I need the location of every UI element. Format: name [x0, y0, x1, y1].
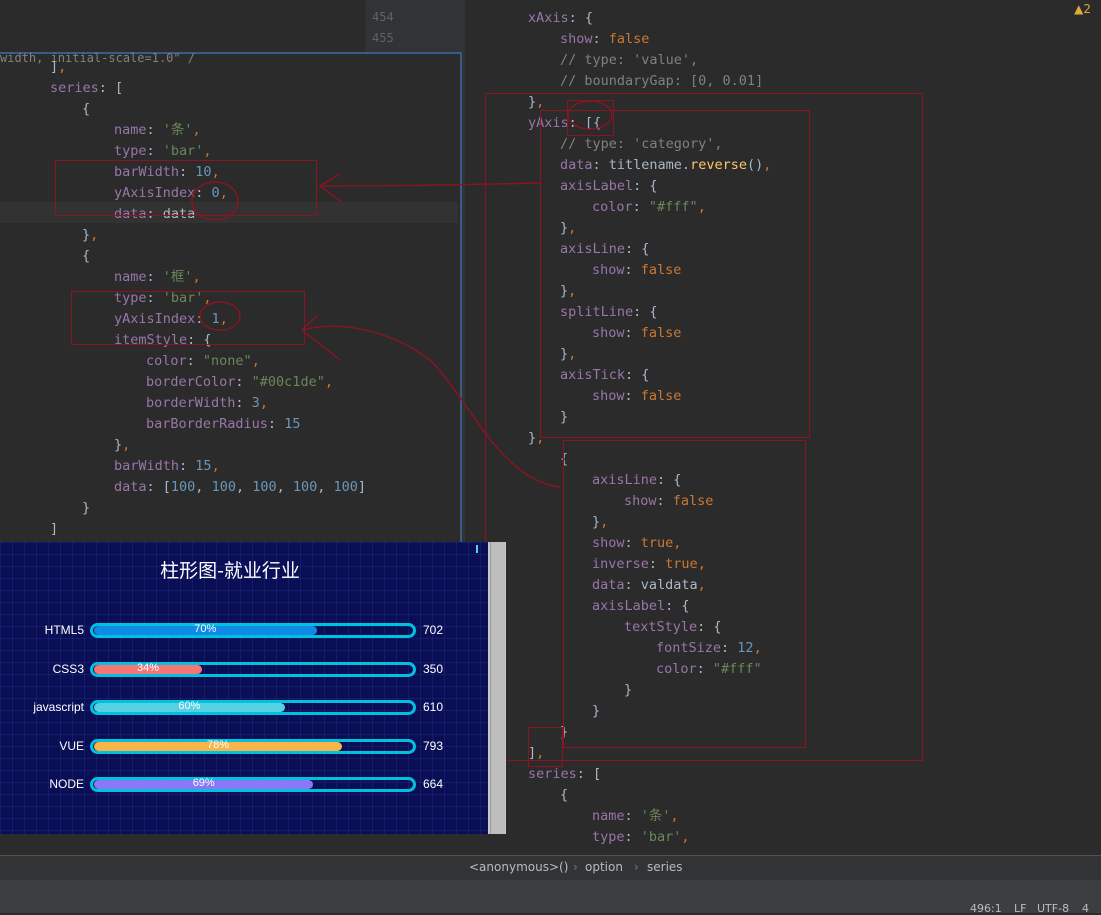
bar-value-label: 78% [207, 738, 230, 751]
indent-setting[interactable]: 4 [1082, 902, 1089, 915]
right-axis-label: 350 [423, 661, 444, 676]
breadcrumb-item[interactable]: <anonymous>() [469, 860, 568, 874]
breadcrumb-item[interactable]: option [585, 860, 623, 874]
right-axis-label: 610 [423, 700, 444, 715]
breadcrumb-item[interactable]: series [647, 860, 683, 874]
bar-value-label: 70% [194, 623, 217, 635]
right-axis-label: 664 [423, 777, 444, 792]
breadcrumb-separator: › [573, 860, 578, 874]
file-encoding[interactable]: UTF-8 [1037, 902, 1069, 915]
right-axis-label: 793 [423, 738, 444, 753]
y-tick-label: javascript [33, 700, 84, 715]
right-axis-label: 702 [423, 623, 444, 637]
caret-mark [476, 545, 478, 553]
status-bar: 496:1 LF UTF-8 4 [0, 880, 1101, 915]
breadcrumb: <anonymous>() › option › series [0, 855, 1101, 880]
y-tick-label: NODE [49, 777, 84, 792]
line-ending[interactable]: LF [1014, 902, 1026, 915]
chart-title: 柱形图-就业行业 [160, 560, 300, 582]
bar-chart-panel: 柱形图-就业行业 HTML5 70% 702 CSS3 34% 350 javascript… [0, 542, 488, 834]
y-tick-label: VUE [59, 738, 84, 753]
bar-value-label: 60% [178, 700, 201, 713]
y-tick-label: HTML5 [44, 623, 84, 637]
editor-bottom [0, 834, 488, 855]
scrollbar-thumb[interactable] [490, 542, 505, 834]
bar-value-label: 34% [137, 661, 160, 674]
breadcrumb-separator: › [634, 860, 639, 874]
y-tick-label: CSS3 [52, 661, 84, 676]
cursor-position[interactable]: 496:1 [970, 902, 1002, 915]
bar-value-label: 69% [192, 777, 215, 790]
